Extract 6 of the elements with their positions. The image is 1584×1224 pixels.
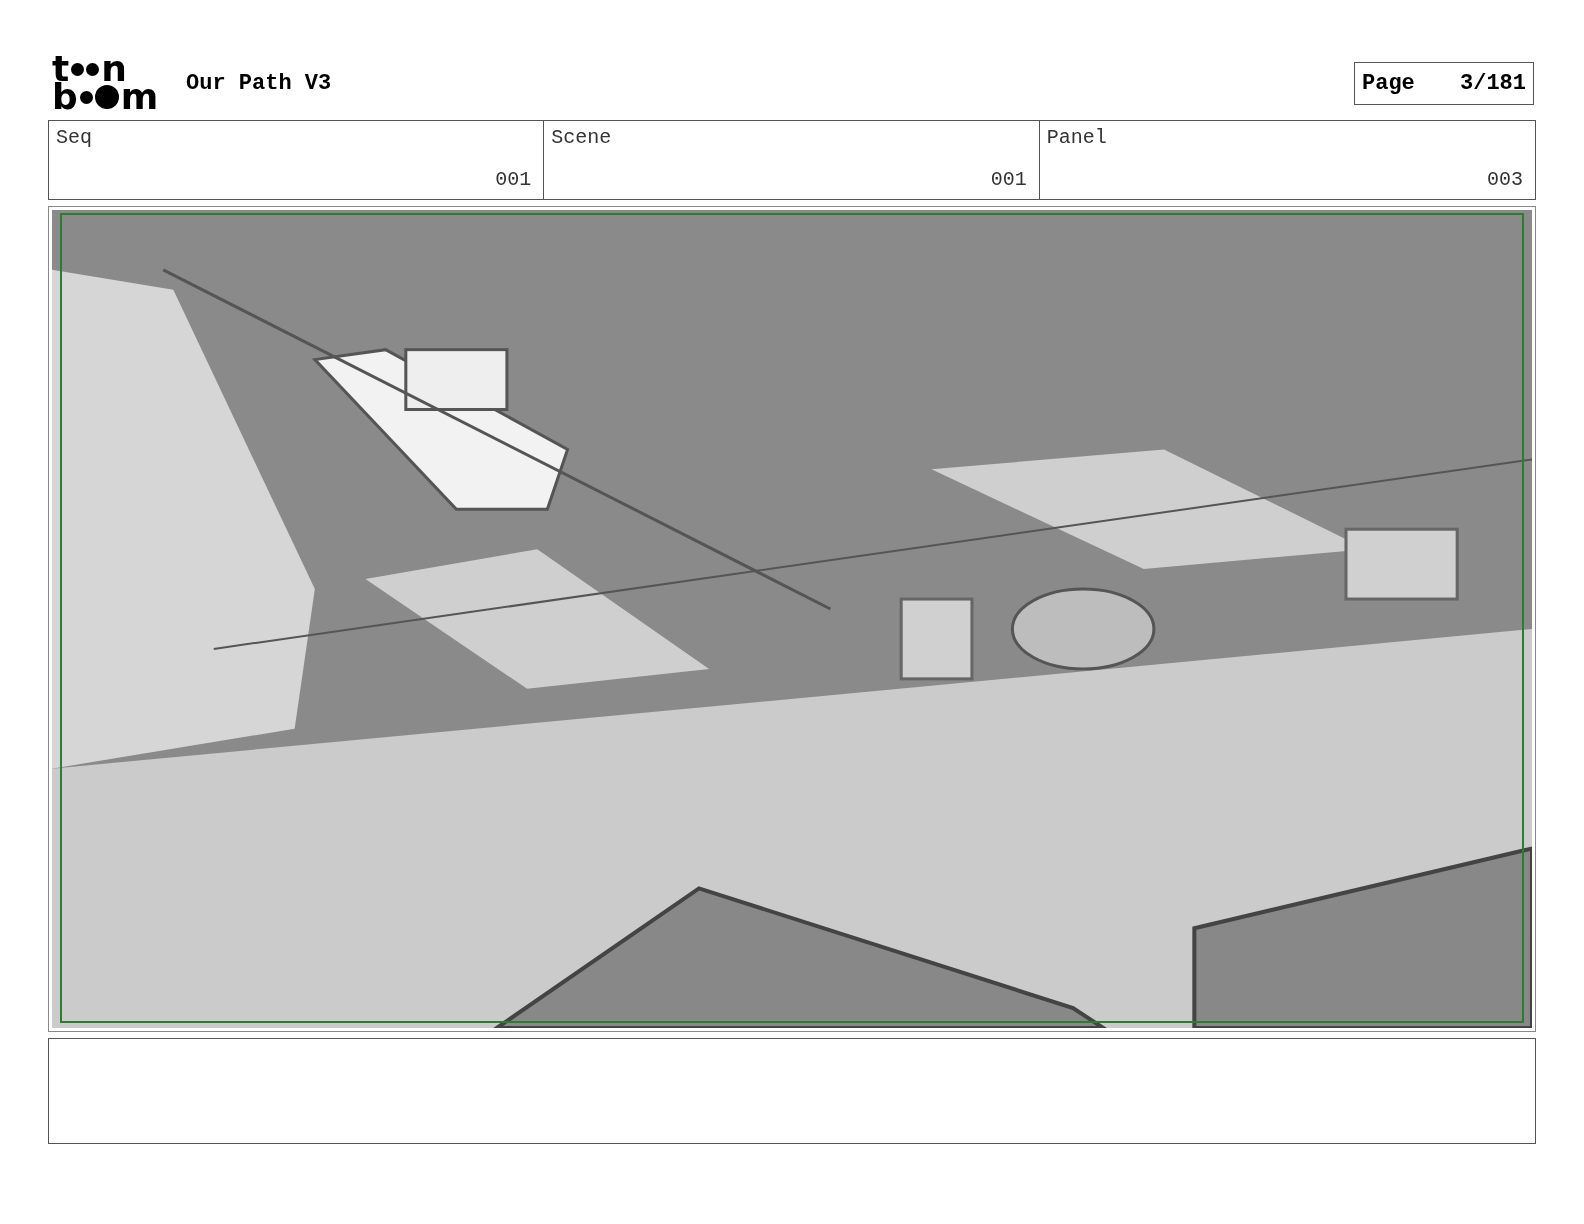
logo: t n b m [52, 55, 160, 111]
document-title: Our Path V3 [186, 70, 333, 96]
info-cell: Scene 001 [544, 121, 1040, 199]
info-cell-text: Panel 003 [1045, 125, 1524, 193]
page-counter: Page 3/181 [1354, 61, 1534, 105]
info-cell: Seq 001 [49, 121, 545, 199]
